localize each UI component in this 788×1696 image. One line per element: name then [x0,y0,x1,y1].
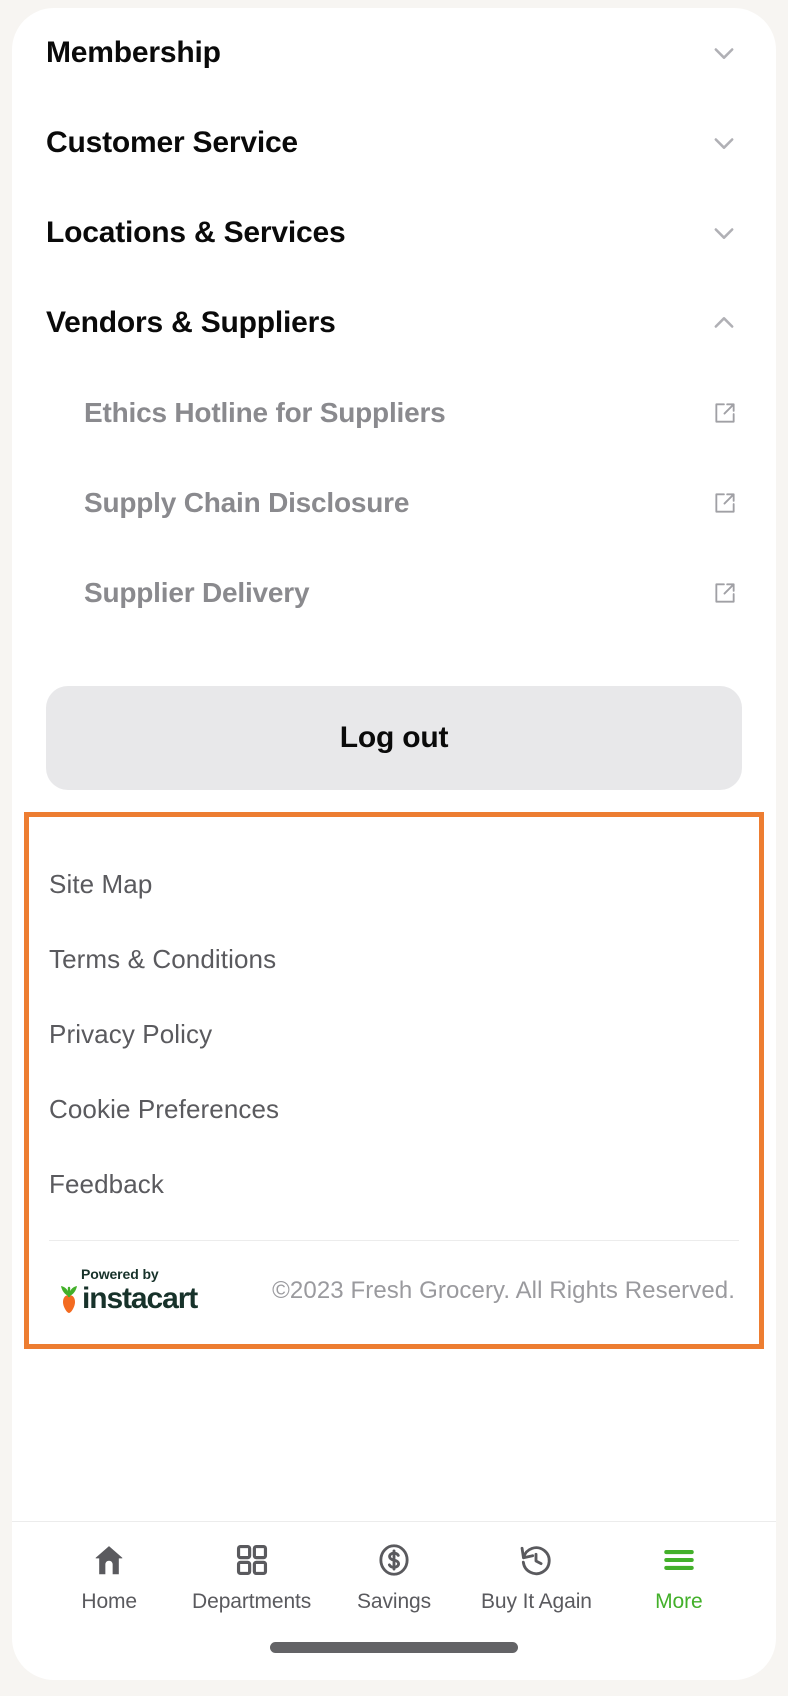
chevron-down-icon[interactable] [710,129,738,157]
accordion-section-locations-services[interactable]: Locations & Services [46,188,742,278]
accordion-section-vendors-suppliers[interactable]: Vendors & Suppliers [46,278,742,368]
powered-by-label: Powered by [81,1266,159,1282]
home-icon [90,1540,128,1580]
vendor-item-label: Ethics Hotline for Suppliers [84,397,446,428]
instacart-brand-label: instacart [82,1282,198,1315]
tab-buy-it-again[interactable]: Buy It Again [465,1540,607,1614]
grid-icon [233,1540,271,1580]
footer-link-cookie-preferences[interactable]: Cookie Preferences [49,1072,739,1147]
home-indicator[interactable] [270,1641,518,1653]
bottom-tab-bar: Home Departments Savings Buy It Again Mo [12,1521,776,1614]
footer-links-list: Site Map Terms & Conditions Privacy Poli… [49,833,739,1222]
vendor-item-supplier-delivery[interactable]: Supplier Delivery [46,548,742,638]
tab-label: Savings [357,1590,432,1613]
footer-link-site-map[interactable]: Site Map [49,847,739,922]
history-clock-icon [517,1540,555,1580]
vendor-item-ethics-hotline[interactable]: Ethics Hotline for Suppliers [46,368,742,458]
dollar-circle-icon [375,1540,413,1580]
phone-screen: Membership Customer Service Locations & … [12,8,776,1680]
instacart-wordmark: instacart [59,1282,198,1315]
home-indicator-container [12,1614,776,1680]
accordion-title: Membership [46,36,221,69]
tab-label: More [655,1590,703,1613]
external-link-icon [712,490,738,516]
accordion-title: Locations & Services [46,216,346,249]
tab-more[interactable]: More [608,1540,750,1614]
footer-links-highlight-region: Site Map Terms & Conditions Privacy Poli… [24,812,764,1349]
logout-button[interactable]: Log out [46,686,742,790]
accordion-section-membership[interactable]: Membership [46,8,742,98]
footer-link-terms-conditions[interactable]: Terms & Conditions [49,922,739,997]
external-link-icon [712,400,738,426]
tab-departments[interactable]: Departments [180,1540,322,1614]
vendor-item-label: Supply Chain Disclosure [84,487,410,518]
chevron-down-icon[interactable] [710,39,738,67]
accordion-section-customer-service[interactable]: Customer Service [46,98,742,188]
external-link-icon [712,580,738,606]
tab-label: Departments [192,1590,312,1613]
chevron-down-icon[interactable] [710,219,738,247]
carrot-icon [59,1284,79,1314]
footer-bottom-bar: Powered by instacart ©2023 Fresh Grocery… [49,1241,739,1344]
vendor-item-label: Supplier Delivery [84,577,310,608]
vendor-item-supply-chain-disclosure[interactable]: Supply Chain Disclosure [46,458,742,548]
copyright-text: ©2023 Fresh Grocery. All Rights Reserved… [272,1276,735,1304]
more-menu-content: Membership Customer Service Locations & … [12,8,776,1521]
accordion-title: Customer Service [46,126,298,159]
tab-home[interactable]: Home [38,1540,180,1614]
logout-container: Log out [46,638,742,812]
accordion-title: Vendors & Suppliers [46,306,336,339]
instacart-logo: Powered by instacart [49,1266,198,1315]
footer-link-feedback[interactable]: Feedback [49,1147,739,1222]
hamburger-menu-icon [660,1540,698,1580]
footer-link-privacy-policy[interactable]: Privacy Policy [49,997,739,1072]
chevron-up-icon[interactable] [710,309,738,337]
tab-savings[interactable]: Savings [323,1540,465,1614]
tab-label: Buy It Again [480,1590,592,1613]
tab-label: Home [81,1590,138,1613]
